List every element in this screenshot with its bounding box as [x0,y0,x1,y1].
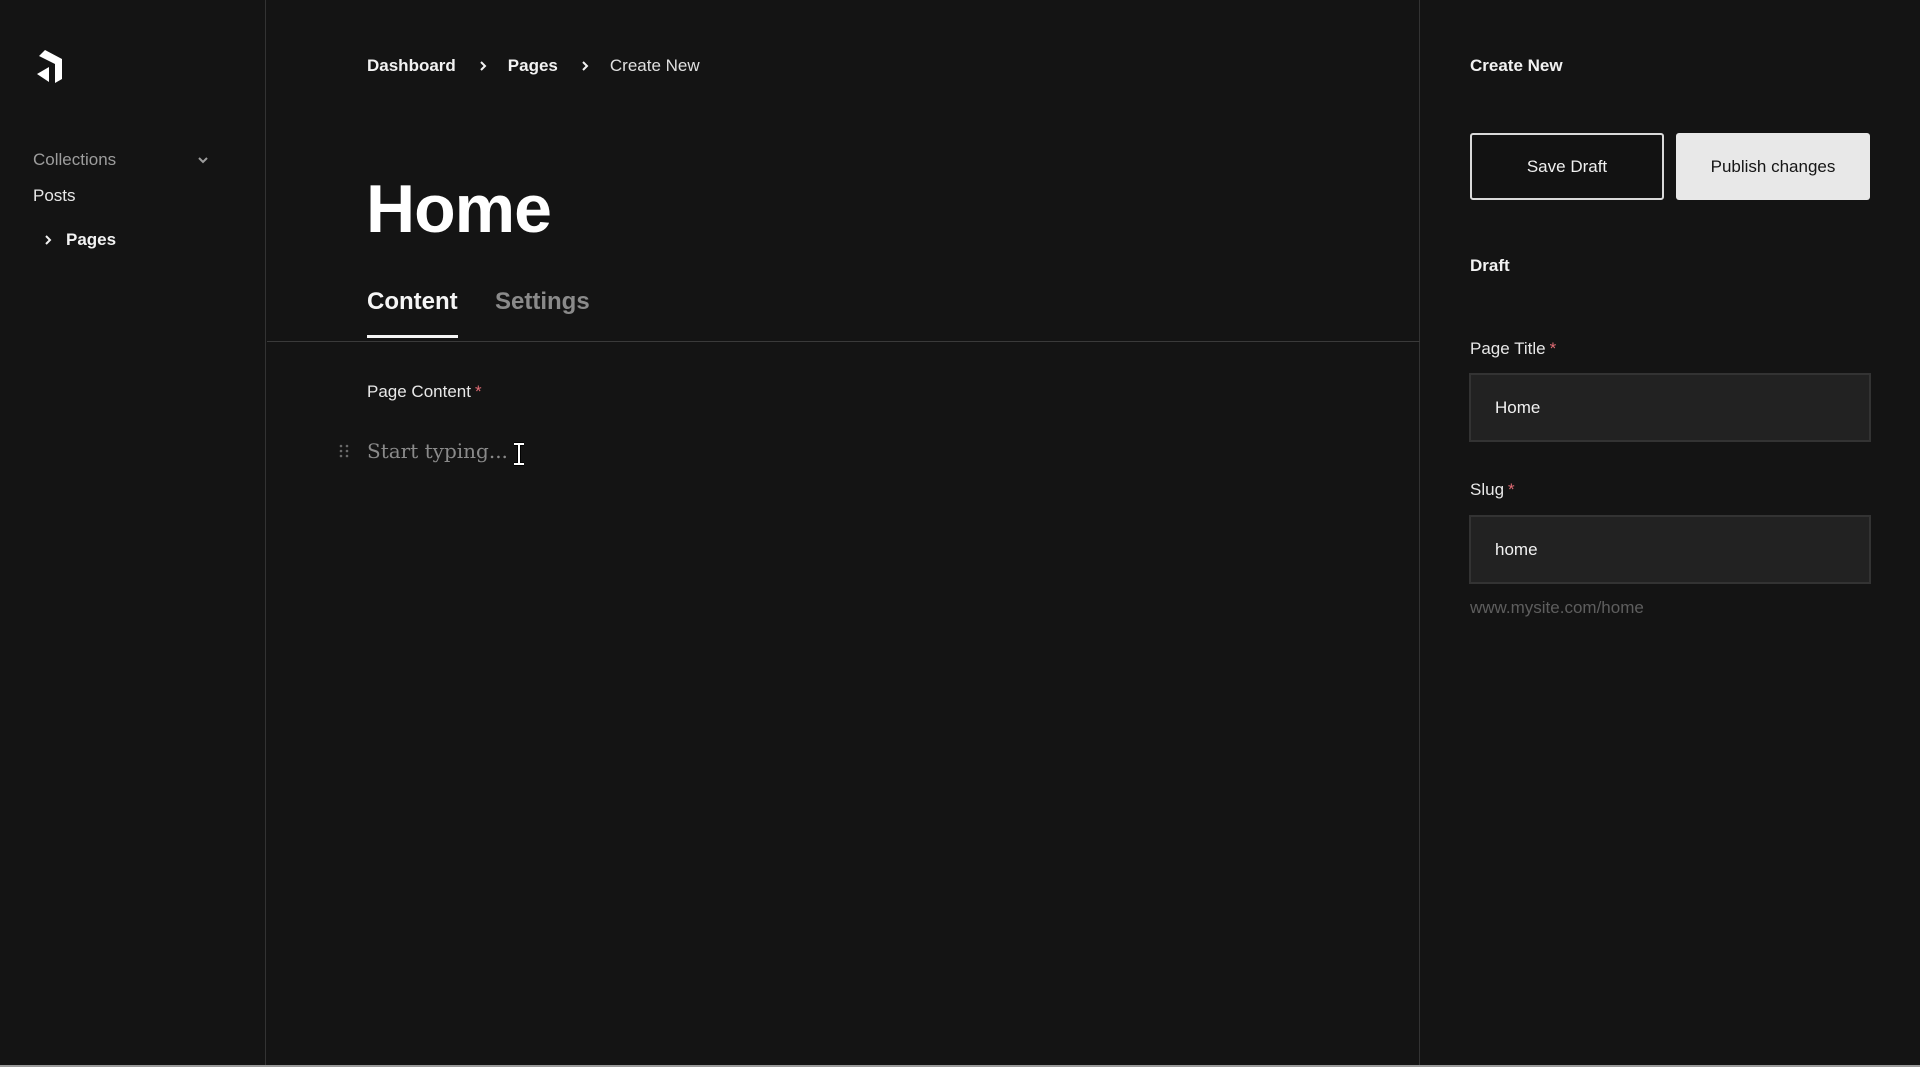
chevron-right-icon [480,61,487,71]
breadcrumb-dashboard[interactable]: Dashboard [367,56,456,76]
chevron-right-icon [45,235,52,245]
page-title-label-text: Page Title [1470,339,1546,358]
panel-title: Create New [1470,56,1563,75]
save-draft-button[interactable]: Save Draft [1470,133,1664,200]
main-content: Dashboard Pages Create New Home Content … [267,0,1420,1065]
collections-label: Collections [33,150,117,169]
slug-input[interactable] [1469,515,1871,584]
page-title-input[interactable] [1469,373,1871,442]
rich-text-editor: Start typing... [339,436,526,466]
editor-placeholder[interactable]: Start typing... [367,439,508,463]
tab-content[interactable]: Content [367,288,458,338]
app-window: Collections Posts Pages Dashboard Pages [0,0,1920,1067]
page-content-label-text: Page Content [367,382,471,401]
tab-bar: Content Settings [267,282,1420,342]
required-marker: * [1549,339,1557,358]
drag-handle-icon[interactable] [339,443,349,459]
publish-changes-button[interactable]: Publish changes [1676,133,1870,200]
breadcrumb-current: Create New [609,56,700,75]
payload-logo-icon[interactable] [35,48,67,84]
sidebar: Collections Posts Pages [0,0,266,1065]
slug-url-preview: www.mysite.com/home [1470,598,1644,617]
sidebar-nav: Collections Posts Pages [33,148,209,252]
required-marker: * [1508,480,1515,499]
status-badge: Draft [1470,256,1510,275]
required-marker: * [474,382,482,401]
page-title-label: Page Title * [1470,339,1556,359]
tab-settings[interactable]: Settings [495,288,590,316]
slug-label-text: Slug [1470,480,1505,499]
text-cursor-icon [513,442,524,466]
sidebar-item-label: Posts [33,186,76,205]
page-content-label: Page Content * [367,382,482,402]
collections-toggle[interactable]: Collections [33,148,209,172]
chevron-down-icon [198,157,208,164]
breadcrumb: Dashboard Pages Create New [367,56,700,76]
sidebar-item-pages[interactable]: Pages [33,228,209,252]
breadcrumb-pages[interactable]: Pages [508,56,558,76]
sidebar-item-posts[interactable]: Posts [33,186,209,210]
chevron-right-icon [582,61,589,71]
document-sidebar: Create New Save Draft Publish changes Dr… [1421,0,1920,1065]
sidebar-item-label: Pages [66,230,117,249]
page-title: Home [366,171,552,247]
slug-label: Slug * [1470,480,1515,500]
